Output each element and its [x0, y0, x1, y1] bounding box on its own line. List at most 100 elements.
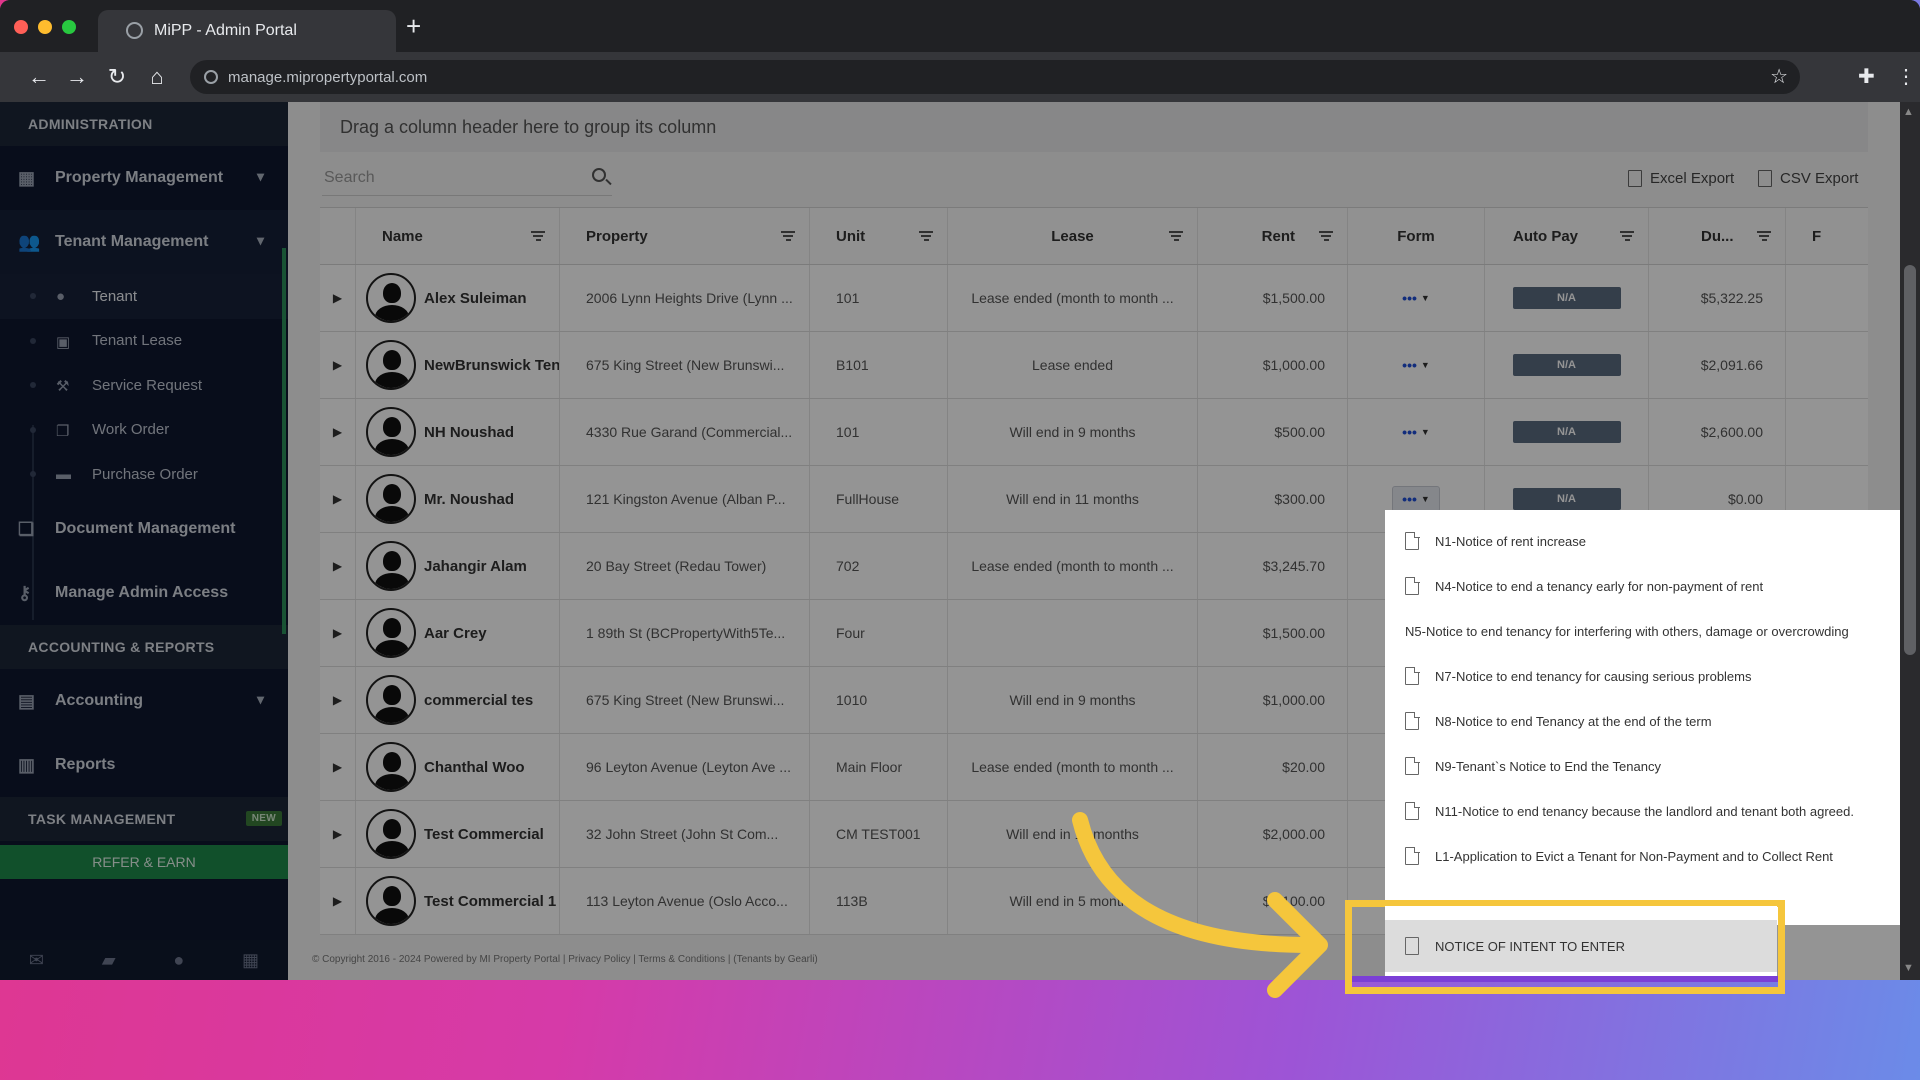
row-expander[interactable]: ▶ — [320, 332, 356, 398]
rent-value: $500.00 — [1274, 424, 1325, 440]
sidebar-item-accounting[interactable]: ▤ Accounting ▾ — [0, 669, 288, 733]
column-header-due[interactable]: Du... — [1649, 208, 1786, 264]
sidebar-item-property-management[interactable]: ▦ Property Management ▾ — [0, 146, 288, 210]
home-icon[interactable]: ⌂ — [144, 64, 170, 90]
maximize-window-button[interactable] — [62, 20, 76, 34]
tenant-name[interactable]: Test Commercial 1 — [424, 893, 556, 910]
scrollbar-thumb[interactable] — [1904, 265, 1916, 655]
menu-item[interactable]: N7-Notice to end tenancy for causing ser… — [1385, 654, 1900, 699]
sidebar-item-reports[interactable]: ▥ Reports — [0, 733, 288, 797]
search-icon[interactable] — [592, 168, 606, 182]
filter-icon[interactable] — [531, 231, 545, 241]
sidebar-item-service-request[interactable]: ⚒ Service Request — [0, 363, 288, 408]
due-value: $2,600.00 — [1700, 424, 1763, 440]
filter-icon[interactable] — [1319, 231, 1333, 241]
search-input[interactable]: Search — [322, 160, 612, 196]
avatar — [366, 541, 416, 591]
form-menu-button[interactable]: ••• ▼ — [1392, 285, 1440, 311]
tenant-name[interactable]: Jahangir Alam — [424, 558, 527, 575]
minimize-window-button[interactable] — [38, 20, 52, 34]
sidebar-item-document-management[interactable]: ❏ Document Management — [0, 497, 288, 561]
forward-icon[interactable]: → — [64, 64, 90, 90]
tenant-name[interactable]: NewBrunswick Tenant — [424, 357, 559, 374]
column-header-autopay[interactable]: Auto Pay — [1485, 208, 1649, 264]
scroll-up-arrow[interactable]: ▲ — [1903, 106, 1914, 118]
menu-item[interactable]: N8-Notice to end Tenancy at the end of t… — [1385, 699, 1900, 744]
menu-item[interactable]: N9-Tenant`s Notice to End the Tenancy — [1385, 744, 1900, 789]
column-header-name[interactable]: Name — [356, 208, 560, 264]
column-header-unit[interactable]: Unit — [810, 208, 948, 264]
tenant-name[interactable]: Chanthal Woo — [424, 759, 525, 776]
address-bar[interactable]: manage.mipropertyportal.com ☆ — [190, 60, 1800, 94]
form-menu-button[interactable]: ••• ▼ — [1392, 419, 1440, 445]
form-menu-button[interactable]: ••• ▼ — [1392, 486, 1440, 512]
back-icon[interactable]: ← — [26, 64, 52, 90]
filter-icon[interactable] — [1620, 231, 1634, 241]
row-expander[interactable]: ▶ — [320, 801, 356, 867]
site-info-icon[interactable] — [204, 70, 218, 84]
extensions-icon[interactable]: ✚ — [1858, 64, 1875, 89]
row-expander[interactable]: ▶ — [320, 533, 356, 599]
menu-item[interactable]: N11-Notice to end tenancy because the la… — [1385, 789, 1900, 834]
tenant-name[interactable]: Alex Suleiman — [424, 290, 527, 307]
row-expander[interactable]: ▶ — [320, 667, 356, 733]
close-window-button[interactable] — [14, 20, 28, 34]
form-menu-button[interactable]: ••• ▼ — [1392, 352, 1440, 378]
tenant-name[interactable]: Mr. Noushad — [424, 491, 514, 508]
sidebar-item-tenant[interactable]: ● Tenant — [0, 274, 288, 319]
column-header-f[interactable]: F — [1786, 208, 1868, 264]
menu-item-notice-of-intent-to-enter[interactable]: NOTICE OF INTENT TO ENTER — [1385, 920, 1777, 972]
scroll-down-arrow[interactable]: ▼ — [1903, 962, 1914, 974]
row-expander[interactable]: ▶ — [320, 265, 356, 331]
new-tab-button[interactable]: + — [406, 13, 421, 39]
calculator-icon[interactable]: ▦ — [242, 950, 259, 971]
tenant-name[interactable]: Aar Crey — [424, 625, 487, 642]
filter-icon[interactable] — [781, 231, 795, 241]
column-header-form[interactable]: Form — [1348, 208, 1485, 264]
briefcase-icon[interactable]: ▰ — [102, 950, 116, 971]
profile-icon[interactable]: ● — [173, 950, 184, 971]
cell-property: 20 Bay Street (Redau Tower) — [560, 533, 810, 599]
row-expander[interactable]: ▶ — [320, 868, 356, 934]
browser-tab[interactable]: MiPP - Admin Portal — [98, 10, 396, 52]
sidebar-item-tenant-management[interactable]: 👥 Tenant Management ▾ — [0, 210, 288, 274]
bookmark-star-icon[interactable]: ☆ — [1770, 64, 1788, 89]
cell-name: commercial tes — [356, 667, 560, 733]
tenant-name[interactable]: Test Commercial — [424, 826, 544, 843]
row-expander[interactable]: ▶ — [320, 466, 356, 532]
row-expander[interactable]: ▶ — [320, 399, 356, 465]
mail-icon[interactable]: ✉ — [29, 950, 44, 971]
group-panel[interactable]: Drag a column header here to group its c… — [320, 102, 1868, 152]
tenant-name[interactable]: commercial tes — [424, 692, 533, 709]
column-header-lease[interactable]: Lease — [948, 208, 1198, 264]
column-header-rent[interactable]: Rent — [1198, 208, 1348, 264]
tenant-name[interactable]: NH Noushad — [424, 424, 514, 441]
excel-export-button[interactable]: Excel Export — [1628, 170, 1734, 187]
refer-earn-button[interactable]: REFER & EARN — [0, 844, 288, 879]
menu-item[interactable]: N1-Notice of rent increase — [1385, 519, 1900, 564]
row-expander[interactable]: ▶ — [320, 600, 356, 666]
sidebar-item-purchase-order[interactable]: ▬ Purchase Order — [0, 452, 288, 497]
bullet-dot — [30, 382, 36, 388]
table-row[interactable]: ▶ NH Noushad 4330 Rue Garand (Commercial..… — [320, 399, 1868, 466]
unit-value: Main Floor — [836, 759, 903, 775]
sidebar-item-manage-admin-access[interactable]: ⚷ Manage Admin Access — [0, 561, 288, 625]
sidebar-item-work-order[interactable]: ❐ Work Order — [0, 408, 288, 453]
row-expander[interactable]: ▶ — [320, 734, 356, 800]
table-row[interactable]: ▶ NewBrunswick Tenant 675 King Street (New… — [320, 332, 1868, 399]
reload-icon[interactable]: ↻ — [104, 64, 130, 90]
cell-form: ••• ▼ — [1348, 265, 1485, 331]
csv-export-button[interactable]: CSV Export — [1758, 170, 1858, 187]
sidebar-item-label: Reports — [55, 755, 116, 773]
filter-icon[interactable] — [919, 231, 933, 241]
menu-item[interactable]: N5-Notice to end tenancy for interfering… — [1385, 609, 1900, 654]
table-row[interactable]: ▶ Alex Suleiman 2006 Lynn Heights Drive (L… — [320, 265, 1868, 332]
kebab-menu-icon[interactable]: ⋮ — [1896, 64, 1916, 89]
sidebar: ADMINISTRATION ▦ Property Management ▾ 👥… — [0, 102, 288, 980]
menu-item[interactable]: N4-Notice to end a tenancy early for non… — [1385, 564, 1900, 609]
column-header-property[interactable]: Property — [560, 208, 810, 264]
filter-icon[interactable] — [1757, 231, 1771, 241]
filter-icon[interactable] — [1169, 231, 1183, 241]
sidebar-item-tenant-lease[interactable]: ▣ Tenant Lease — [0, 319, 288, 364]
menu-item[interactable]: L1-Application to Evict a Tenant for Non… — [1385, 834, 1900, 879]
